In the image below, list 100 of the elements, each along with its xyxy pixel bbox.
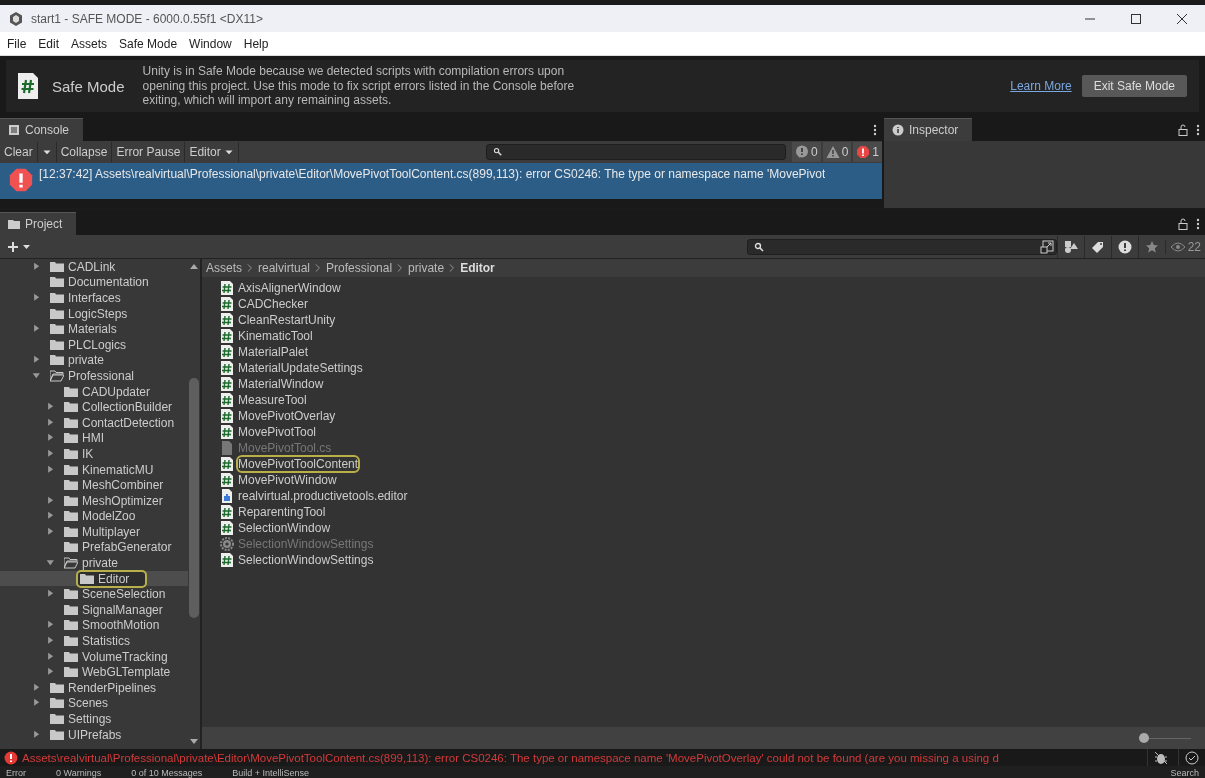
tree-item[interactable]: CADUpdater — [0, 383, 188, 400]
inspector-tab[interactable]: Inspector — [884, 118, 973, 141]
size-slider[interactable] — [1139, 732, 1191, 744]
asset-item[interactable]: ReparentingTool — [220, 504, 326, 520]
collapsed-arrow-icon[interactable] — [32, 293, 42, 303]
breadcrumb-item[interactable]: Assets — [206, 261, 242, 275]
breadcrumb-item[interactable]: Professional — [326, 261, 393, 275]
tree-item[interactable]: Editor — [0, 570, 188, 587]
hidden-count[interactable]: 22 — [1164, 239, 1205, 254]
asset-item[interactable]: MaterialPalet — [220, 344, 309, 360]
tree-item[interactable]: LogicSteps — [0, 305, 188, 322]
asset-item[interactable]: MovePivotOverlay — [220, 408, 336, 424]
collapsed-arrow-icon[interactable] — [46, 589, 56, 600]
asset-item[interactable]: SelectionWindowSettings — [220, 552, 374, 568]
asset-item[interactable]: MeasureTool — [220, 392, 307, 408]
menu-item[interactable]: Safe Mode — [112, 34, 183, 53]
collapsed-arrow-icon[interactable] — [32, 682, 42, 693]
scroll-up-icon[interactable] — [190, 263, 198, 269]
expand-icon[interactable] — [1039, 239, 1054, 254]
collapsed-arrow-icon[interactable] — [46, 511, 56, 522]
collapsed-arrow-icon[interactable] — [46, 433, 56, 444]
menu-item[interactable]: Assets — [64, 34, 113, 53]
tree-item[interactable]: WebGLTemplate — [0, 664, 188, 681]
asset-item[interactable]: MaterialUpdateSettings — [220, 360, 363, 376]
asset-item[interactable]: MovePivotToolContent — [216, 456, 359, 472]
collapsed-arrow-icon[interactable] — [46, 667, 56, 678]
asset-item[interactable]: SelectionWindow — [220, 520, 331, 536]
asset-item[interactable]: CADChecker — [220, 296, 309, 312]
tree-item[interactable]: Documentation — [0, 274, 188, 291]
scroll-down-icon[interactable] — [190, 739, 198, 745]
collapsed-arrow-icon[interactable] — [46, 651, 56, 662]
tree-item[interactable]: RenderPipelines — [0, 680, 188, 696]
search-field[interactable] — [485, 144, 786, 160]
tree-item[interactable]: Scenes — [0, 695, 188, 712]
asset-item[interactable]: KinematicTool — [220, 328, 313, 344]
expanded-arrow-icon[interactable] — [32, 370, 42, 381]
breadcrumb-item[interactable]: Editor — [460, 261, 495, 275]
tree-item[interactable]: SignalManager — [0, 602, 188, 618]
learn-more-link[interactable]: Learn More — [1010, 79, 1072, 93]
tree-item[interactable]: CollectionBuilder — [0, 399, 188, 415]
tree-item[interactable]: PLCLogics — [0, 336, 188, 353]
tree-item[interactable]: Statistics — [0, 633, 188, 649]
asset-item[interactable]: MovePivotWindow — [220, 472, 337, 488]
tree-item[interactable]: PrefabGenerator — [0, 539, 188, 556]
tree-item[interactable]: ContactDetection — [0, 414, 188, 431]
collapsed-arrow-icon[interactable] — [46, 495, 56, 506]
collapsed-arrow-icon[interactable] — [46, 620, 56, 631]
tree-item[interactable]: Settings — [0, 711, 188, 727]
tree-item[interactable]: VolumeTracking — [0, 648, 188, 665]
tree-item[interactable]: Multiplayer — [0, 524, 188, 540]
tree-item[interactable]: MeshOptimizer — [0, 492, 188, 509]
asset-item[interactable]: CleanRestartUnity — [220, 312, 336, 328]
menu-item[interactable]: File — [0, 34, 32, 53]
asset-item[interactable]: AxisAlignerWindow — [220, 280, 341, 296]
tree-item[interactable]: Materials — [0, 321, 188, 337]
menu-item[interactable]: Edit — [31, 34, 65, 53]
console-tab[interactable]: Console — [0, 118, 84, 141]
status-item[interactable]: Error — [6, 768, 26, 778]
tree-item[interactable]: CADLink — [0, 259, 188, 275]
collapsed-arrow-icon[interactable] — [46, 402, 56, 413]
breadcrumb-item[interactable]: private — [408, 261, 445, 275]
asset-item[interactable]: MaterialWindow — [220, 376, 324, 392]
tree-item[interactable]: private — [0, 352, 188, 369]
collapsed-arrow-icon[interactable] — [32, 355, 42, 366]
collapsed-arrow-icon[interactable] — [46, 417, 56, 428]
collapsed-arrow-icon[interactable] — [46, 448, 56, 459]
asset-item[interactable]: realvirtual.productivetools.editor — [220, 488, 408, 504]
slider-thumb[interactable] — [1139, 733, 1149, 743]
tree-item[interactable]: SceneSelection — [0, 586, 188, 603]
status-item[interactable]: Build + IntelliSense — [232, 768, 310, 778]
tree-item[interactable]: private — [0, 555, 188, 571]
collapsed-arrow-icon[interactable] — [32, 729, 42, 740]
status-item[interactable]: 0 of 10 Messages — [131, 768, 203, 778]
collapsed-arrow-icon[interactable] — [32, 261, 42, 272]
breadcrumb-item[interactable]: realvirtual — [258, 261, 311, 275]
tree-item[interactable]: SmoothMotion — [0, 617, 188, 634]
log-entry[interactable]: [12:37:42] Assets\realvirtual\Professional\private\Editor\MovePivotToolContent.cs(899,113): error CS0246: The type or namespace name 'MovePivot — [0, 163, 882, 199]
status-item[interactable]: 0 Warnings — [56, 768, 102, 778]
project-tab[interactable]: Project — [0, 212, 77, 235]
collapsed-arrow-icon[interactable] — [46, 464, 56, 475]
menu-item[interactable]: Window — [182, 34, 237, 53]
tree-item[interactable]: KinematicMU — [0, 461, 188, 478]
tree-item[interactable]: ModelZoo — [0, 508, 188, 525]
warning-count-button[interactable]: 0 — [822, 142, 852, 162]
collapsed-arrow-icon[interactable] — [46, 526, 56, 537]
status-item[interactable]: Search — [1170, 768, 1199, 778]
search-field[interactable] — [746, 238, 1057, 255]
asset-item[interactable]: MovePivotTool — [220, 424, 317, 440]
tree-item[interactable]: Interfaces — [0, 290, 188, 306]
exit-safe-mode-button[interactable]: Exit Safe Mode — [1081, 75, 1187, 97]
tree-item[interactable]: UIPrefabs — [0, 726, 188, 743]
info-count-button[interactable]: 0 — [791, 142, 821, 162]
collapsed-arrow-icon[interactable] — [32, 324, 42, 335]
collapsed-arrow-icon[interactable] — [32, 698, 42, 709]
tree-item[interactable]: Professional — [0, 368, 188, 384]
collapsed-arrow-icon[interactable] — [46, 636, 56, 647]
tree-item[interactable]: HMI — [0, 430, 188, 447]
tree-item[interactable]: IK — [0, 446, 188, 462]
error-count-button[interactable]: 1 — [853, 142, 882, 162]
tree-item[interactable]: MeshCombiner — [0, 477, 188, 493]
